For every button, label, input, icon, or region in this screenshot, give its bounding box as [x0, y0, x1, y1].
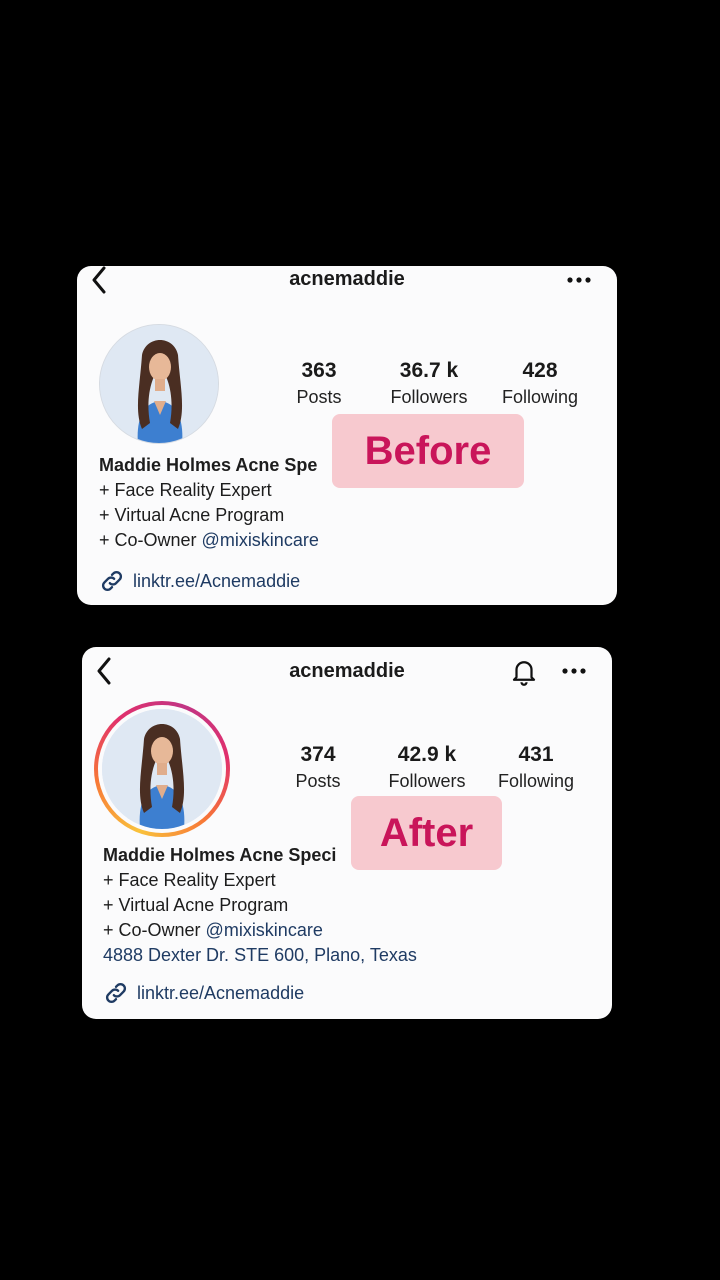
avatar-photo-icon — [100, 325, 218, 443]
profile-avatar-story-ring[interactable] — [94, 701, 230, 837]
stat-following-value: 428 — [522, 359, 558, 382]
profile-website-text: linktr.ee/Acnemaddie — [137, 982, 305, 1003]
link-icon — [105, 982, 127, 1004]
bio-line: + Virtual Acne Program — [99, 505, 285, 525]
profile-card-after: acnemaddie 374 Posts 42.9 k Followers 43… — [82, 647, 612, 1019]
profile-website-text: linktr.ee/Acnemaddie — [133, 570, 301, 591]
stat-followers[interactable]: 42.9 k Followers — [372, 743, 482, 793]
mention-link[interactable]: @mixiskincare — [206, 920, 323, 940]
after-label: After — [351, 796, 502, 870]
bell-icon[interactable] — [509, 656, 539, 686]
more-options-icon[interactable] — [566, 274, 592, 286]
bio-line-prefix: + Co-Owner — [99, 530, 202, 550]
stat-following-label: Following — [497, 771, 575, 791]
stat-followers-value: 42.9 k — [397, 743, 457, 766]
profile-avatar[interactable] — [99, 324, 219, 444]
profile-website-link[interactable]: linktr.ee/Acnemaddie — [103, 980, 304, 1006]
stat-posts-value: 363 — [301, 359, 337, 382]
profile-website-link[interactable]: linktr.ee/Acnemaddie — [99, 568, 300, 594]
stat-following[interactable]: 431 Following — [481, 743, 591, 793]
stat-followers-label: Followers — [388, 771, 466, 791]
stat-posts-label: Posts — [296, 387, 342, 407]
stat-followers-label: Followers — [390, 387, 468, 407]
stat-following[interactable]: 428 Following — [485, 359, 595, 409]
bio-line-prefix: + Co-Owner — [103, 920, 206, 940]
bio-line-coowner: + Co-Owner @mixiskincare — [103, 918, 417, 943]
stat-posts[interactable]: 374 Posts — [263, 743, 373, 793]
link-icon — [101, 570, 123, 592]
stat-posts[interactable]: 363 Posts — [264, 359, 374, 409]
profile-card-before: acnemaddie 363 Posts 36.7 k Followers 42… — [77, 266, 617, 605]
stat-following-value: 431 — [518, 743, 554, 766]
profile-display-name: Maddie Holmes Acne Spe — [99, 455, 318, 475]
more-options-icon[interactable] — [561, 665, 587, 677]
profile-bio: Maddie Holmes Acne Spe + Face Reality Ex… — [99, 453, 319, 553]
stat-followers[interactable]: 36.7 k Followers — [374, 359, 484, 409]
bio-line: + Face Reality Expert — [99, 480, 272, 500]
stat-followers-value: 36.7 k — [399, 359, 459, 382]
bio-line: + Virtual Acne Program — [103, 895, 289, 915]
avatar-photo-icon — [102, 709, 222, 829]
before-label: Before — [332, 414, 524, 488]
mention-link[interactable]: @mixiskincare — [202, 530, 319, 550]
bio-line: + Face Reality Expert — [103, 870, 276, 890]
stat-posts-label: Posts — [295, 771, 341, 791]
profile-address[interactable]: 4888 Dexter Dr. STE 600, Plano, Texas — [103, 943, 417, 968]
stat-posts-value: 374 — [300, 743, 336, 766]
stat-following-label: Following — [501, 387, 579, 407]
bio-line-coowner: + Co-Owner @mixiskincare — [99, 528, 319, 553]
profile-username: acnemaddie — [289, 268, 405, 290]
